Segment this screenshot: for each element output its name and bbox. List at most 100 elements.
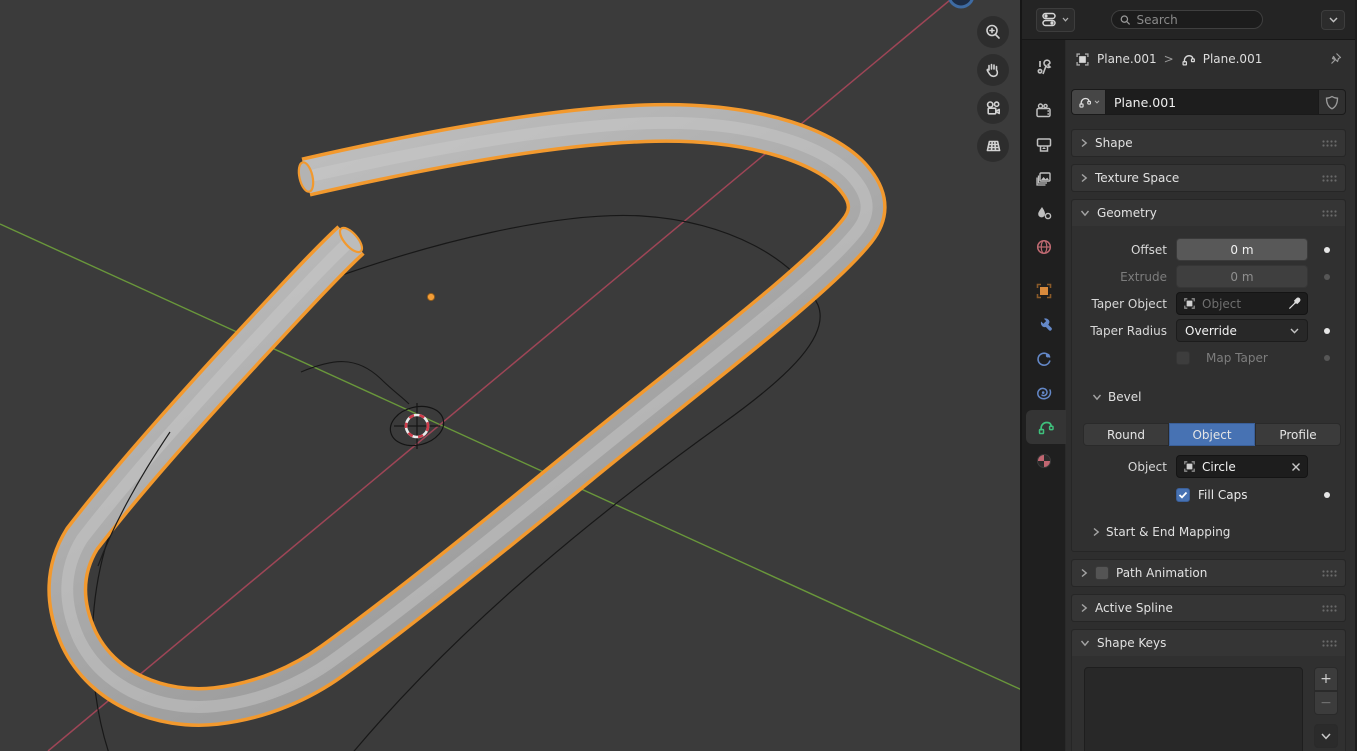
search-input[interactable] [1137, 13, 1254, 27]
tab-particles[interactable] [1022, 342, 1066, 376]
minus-icon: − [1320, 695, 1332, 711]
breadcrumb-separator: > [1164, 52, 1174, 66]
datablock-menu-button[interactable] [1071, 89, 1105, 115]
breadcrumb-data[interactable]: Plane.001 [1203, 52, 1263, 66]
plus-icon: + [1320, 671, 1332, 687]
viewport-scene [0, 0, 1022, 751]
start-end-mapping-header[interactable]: Start & End Mapping [1092, 520, 1345, 543]
nav-gizmo-axis[interactable] [949, 0, 973, 7]
map-taper-label: Map Taper [1198, 351, 1268, 365]
panel-label: Path Animation [1116, 566, 1207, 580]
output-icon [1035, 136, 1053, 154]
map-taper-row: Map Taper [1072, 346, 1345, 369]
panel-grip-icon[interactable] [1322, 140, 1337, 147]
taper-radius-decorator-dot[interactable] [1324, 328, 1330, 334]
add-shape-key-button[interactable]: + [1314, 667, 1338, 691]
selected-curve-tube[interactable] [67, 123, 866, 707]
shape-key-specials-button[interactable] [1314, 724, 1338, 748]
fake-user-button[interactable] [1319, 89, 1346, 115]
fill-caps-checkbox[interactable] [1176, 488, 1190, 502]
chevron-down-icon [1080, 209, 1090, 217]
tab-scene[interactable] [1022, 196, 1066, 230]
taper-radius-dropdown[interactable]: Override [1176, 319, 1308, 342]
object-icon [1183, 297, 1196, 310]
viewport-3d[interactable] [0, 0, 1022, 751]
tab-view-layer[interactable] [1022, 162, 1066, 196]
datablock-row [1071, 89, 1346, 115]
offset-decorator-dot[interactable] [1324, 247, 1330, 253]
properties-editor-icon [1042, 12, 1059, 27]
tab-output[interactable] [1022, 128, 1066, 162]
extrude-label: Extrude [1072, 270, 1176, 284]
close-icon[interactable] [1291, 462, 1301, 472]
viewport-nav-buttons [977, 16, 1009, 162]
extrude-field[interactable]: 0 m [1176, 265, 1308, 288]
offset-label: Offset [1072, 243, 1176, 257]
camera-view-button[interactable] [977, 92, 1009, 124]
panel-label: Active Spline [1095, 601, 1173, 615]
chevron-right-icon [1080, 568, 1088, 578]
path-animation-checkbox[interactable] [1095, 566, 1109, 580]
chevron-down-icon [1094, 100, 1100, 104]
breadcrumb-object[interactable]: Plane.001 [1097, 52, 1157, 66]
properties-main: Plane.001 > Plane.001 [1066, 40, 1355, 751]
tab-world[interactable] [1022, 230, 1066, 264]
render-icon [1035, 102, 1053, 120]
remove-shape-key-button[interactable]: − [1314, 691, 1338, 715]
fill-caps-decorator-dot[interactable] [1324, 492, 1330, 498]
bevel-type-tabs: Round Object Profile [1083, 423, 1341, 446]
taper-object-field[interactable]: Object [1176, 292, 1308, 315]
properties-tab-column [1022, 40, 1066, 751]
bevel-subpanel-header[interactable]: Bevel [1092, 385, 1345, 408]
extrude-decorator-dot [1324, 274, 1330, 280]
panel-shape-keys-header[interactable]: Shape Keys [1072, 630, 1345, 656]
panel-grip-icon[interactable] [1322, 210, 1337, 217]
chevron-right-icon [1080, 173, 1088, 183]
panel-active-spline-header[interactable]: Active Spline [1072, 595, 1345, 621]
tab-tool[interactable] [1022, 50, 1066, 84]
bevel-tab-profile[interactable]: Profile [1255, 423, 1341, 446]
chevron-down-icon [1321, 733, 1331, 740]
datablock-name-input[interactable] [1105, 89, 1319, 115]
panel-grip-icon[interactable] [1322, 570, 1337, 577]
panel-shape-header[interactable]: Shape [1072, 130, 1345, 156]
object-icon [1035, 282, 1053, 300]
tab-modifiers[interactable] [1022, 308, 1066, 342]
tab-object[interactable] [1022, 274, 1066, 308]
panel-path-animation: Path Animation [1071, 559, 1346, 587]
pin-button[interactable] [1328, 52, 1342, 66]
bevel-tab-object[interactable]: Object [1169, 423, 1255, 446]
eyedropper-icon[interactable] [1288, 297, 1301, 310]
tab-physics[interactable] [1022, 376, 1066, 410]
properties-header [1022, 0, 1355, 40]
pan-button[interactable] [977, 54, 1009, 86]
object-origin-dot[interactable] [427, 293, 434, 300]
editor-type-button[interactable] [1036, 8, 1075, 32]
header-menu-button[interactable] [1321, 10, 1345, 30]
tab-object-data-curve[interactable] [1026, 410, 1066, 444]
panel-label: Texture Space [1095, 171, 1179, 185]
panel-path-animation-header[interactable]: Path Animation [1072, 560, 1345, 586]
panel-active-spline: Active Spline [1071, 594, 1346, 622]
shape-keys-buttons: + − [1314, 667, 1338, 751]
pin-icon [1328, 52, 1342, 66]
bevel-object-field[interactable]: Circle [1176, 455, 1308, 478]
bevel-tab-round[interactable]: Round [1083, 423, 1169, 446]
shape-keys-list[interactable] [1084, 667, 1303, 751]
toggle-ortho-button[interactable] [977, 130, 1009, 162]
panel-grip-icon[interactable] [1322, 605, 1337, 612]
wrench-icon [1035, 316, 1053, 334]
tab-material[interactable] [1022, 444, 1066, 478]
map-taper-checkbox[interactable] [1176, 351, 1190, 365]
panel-grip-icon[interactable] [1322, 175, 1337, 182]
curve-wire-loop [92, 215, 820, 751]
physics-icon [1035, 384, 1053, 402]
offset-field[interactable]: 0 m [1176, 238, 1308, 261]
tab-render[interactable] [1022, 94, 1066, 128]
panel-geometry-header[interactable]: Geometry [1072, 200, 1345, 226]
view-layer-icon [1035, 170, 1053, 188]
panel-texture-space-header[interactable]: Texture Space [1072, 165, 1345, 191]
search-box[interactable] [1111, 10, 1263, 29]
panel-grip-icon[interactable] [1322, 640, 1337, 647]
zoom-button[interactable] [977, 16, 1009, 48]
